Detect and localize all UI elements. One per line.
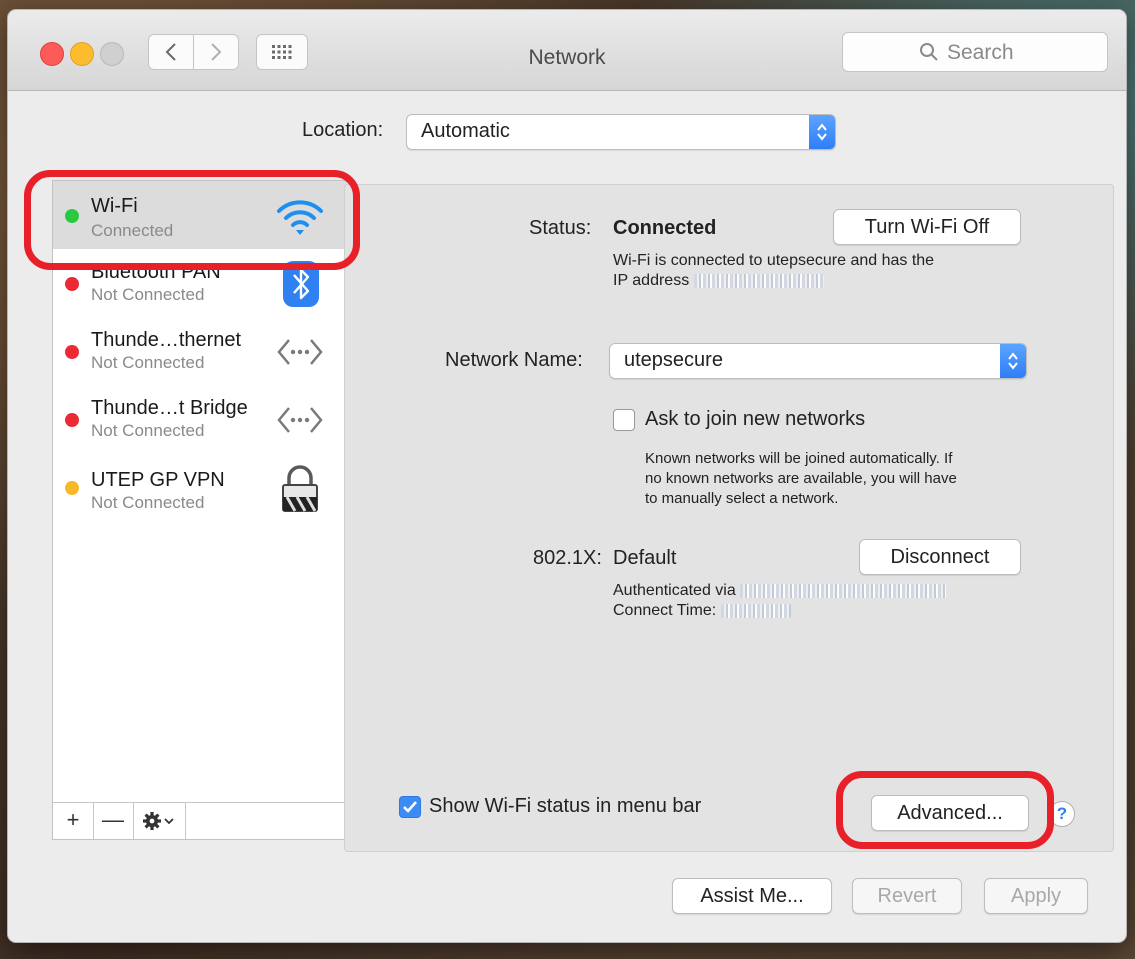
- checkmark-icon: [403, 801, 417, 813]
- ip-address-line: IP address: [613, 271, 824, 291]
- action-menu-button[interactable]: [133, 803, 186, 839]
- ask-to-join-label: Ask to join new networks: [645, 408, 866, 430]
- redacted-ip: [693, 273, 824, 288]
- dot1x-label: 802.1X:: [533, 547, 602, 569]
- network-preferences-window: Network Search Location: Automatic Wi-Fi…: [8, 10, 1126, 942]
- service-item-utep-gp-vpn[interactable]: UTEP GP VPN Not Connected: [53, 453, 349, 521]
- status-dot: [65, 345, 79, 359]
- wifi-icon: [277, 200, 323, 235]
- redacted-time: [720, 603, 791, 618]
- ask-to-join-desc-3: to manually select a network.: [645, 490, 839, 507]
- authenticated-via-line: Authenticated via: [613, 581, 947, 601]
- ask-to-join-desc-1: Known networks will be joined automatica…: [645, 450, 953, 467]
- connect-time-line: Connect Time:: [613, 601, 791, 621]
- dot1x-value: Default: [613, 547, 677, 569]
- search-placeholder: Search: [947, 41, 1014, 64]
- remove-service-button[interactable]: —: [93, 803, 134, 839]
- service-status: Not Connected: [91, 353, 205, 372]
- disconnect-button[interactable]: Disconnect: [859, 539, 1021, 575]
- ethernet-arrows-icon: [277, 407, 323, 433]
- service-name: Bluetooth PAN: [91, 261, 221, 283]
- service-name: Thunde…t Bridge: [91, 397, 248, 419]
- status-value: Connected: [613, 217, 717, 239]
- bluetooth-icon: [283, 261, 319, 307]
- status-dot: [65, 481, 79, 495]
- ip-address-label: IP address: [613, 272, 690, 289]
- ask-to-join-desc-2: no known networks are available, you wil…: [645, 470, 957, 487]
- show-wifi-status-checkbox[interactable]: [399, 796, 421, 818]
- authenticated-via-label: Authenticated via: [613, 582, 736, 599]
- status-dot: [65, 209, 79, 223]
- network-name-popup[interactable]: utepsecure: [609, 343, 1027, 379]
- location-value: Automatic: [421, 120, 510, 142]
- service-status: Not Connected: [91, 421, 205, 440]
- status-dot: [65, 277, 79, 291]
- help-button[interactable]: ?: [1049, 801, 1075, 827]
- service-item-bluetooth-pan[interactable]: Bluetooth PAN Not Connected: [53, 249, 349, 317]
- connect-time-label: Connect Time:: [613, 602, 717, 619]
- service-list: Wi-Fi Connected Bluetooth PAN Not Connec…: [52, 180, 350, 840]
- add-service-button[interactable]: +: [53, 803, 94, 839]
- status-label: Status:: [529, 217, 592, 239]
- popup-arrows-icon: [809, 115, 835, 149]
- service-name: Thunde…thernet: [91, 329, 242, 351]
- lock-icon: [282, 465, 318, 512]
- advanced-button[interactable]: Advanced...: [871, 795, 1029, 831]
- ask-to-join-checkbox[interactable]: [613, 409, 635, 431]
- revert-button[interactable]: Revert: [852, 878, 962, 914]
- service-status: Not Connected: [91, 493, 205, 512]
- service-item-wifi[interactable]: Wi-Fi Connected: [53, 181, 349, 249]
- service-name: UTEP GP VPN: [91, 469, 225, 491]
- network-name-label: Network Name:: [445, 349, 583, 371]
- popup-arrows-icon: [1000, 344, 1026, 378]
- location-label: Location:: [302, 119, 384, 141]
- title-bar: Network Search: [8, 10, 1126, 91]
- ethernet-arrows-icon: [277, 339, 323, 365]
- sidebar-toolbar: + —: [53, 802, 349, 839]
- location-popup[interactable]: Automatic: [406, 114, 836, 150]
- status-dot: [65, 413, 79, 427]
- gear-icon: [143, 812, 174, 830]
- service-item-thunderbolt-bridge[interactable]: Thunde…t Bridge Not Connected: [53, 385, 349, 453]
- turn-wifi-off-button[interactable]: Turn Wi-Fi Off: [833, 209, 1021, 245]
- search-icon: [920, 43, 938, 61]
- apply-button[interactable]: Apply: [984, 878, 1088, 914]
- service-name: Wi-Fi: [91, 195, 138, 217]
- assist-me-button[interactable]: Assist Me...: [672, 878, 832, 914]
- redacted-auth: [740, 583, 947, 598]
- status-description: Wi-Fi is connected to utepsecure and has…: [613, 252, 935, 269]
- service-status: Not Connected: [91, 285, 205, 304]
- show-wifi-status-label: Show Wi-Fi status in menu bar: [429, 795, 702, 817]
- detail-panel: Status: Connected Turn Wi-Fi Off Wi-Fi i…: [344, 184, 1114, 852]
- network-name-value: utepsecure: [624, 349, 723, 371]
- service-item-thunderbolt-ethernet[interactable]: Thunde…thernet Not Connected: [53, 317, 349, 385]
- service-status: Connected: [91, 221, 174, 240]
- search-field[interactable]: Search: [842, 32, 1108, 72]
